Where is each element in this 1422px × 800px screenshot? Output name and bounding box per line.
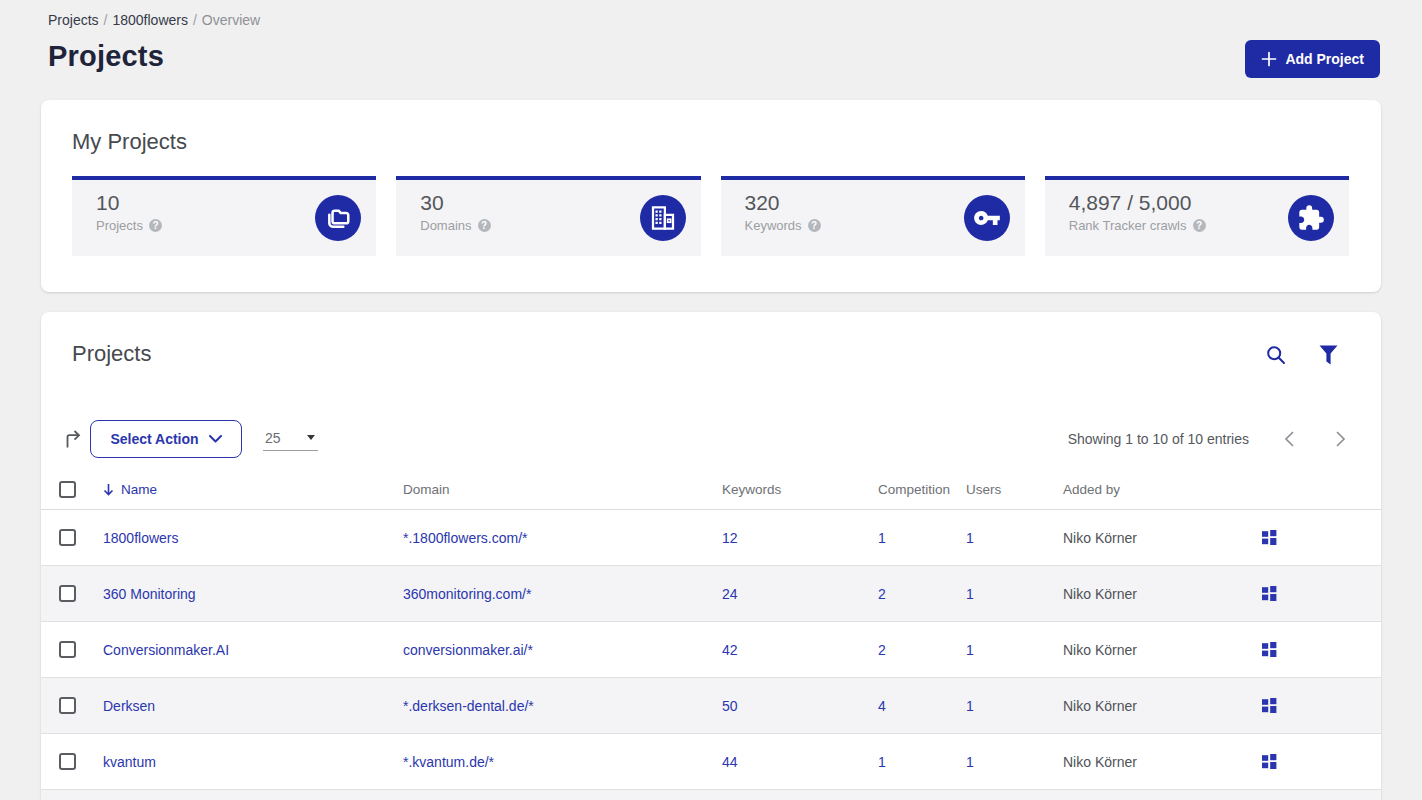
breadcrumb: Projects/1800flowers/Overview bbox=[48, 12, 260, 28]
filter-icon[interactable] bbox=[1317, 344, 1339, 366]
help-icon[interactable]: ? bbox=[1193, 219, 1206, 232]
stat-label: Domains bbox=[420, 218, 471, 233]
breadcrumb-project-name[interactable]: 1800flowers bbox=[112, 12, 188, 28]
search-icon[interactable] bbox=[1265, 344, 1287, 366]
column-header-keywords[interactable]: Keywords bbox=[722, 482, 878, 497]
project-dashboard-icon[interactable] bbox=[1261, 697, 1381, 714]
puzzle-icon bbox=[1288, 195, 1334, 241]
stat-label: Projects bbox=[96, 218, 143, 233]
sort-down-icon bbox=[103, 483, 114, 496]
stat-label: Keywords bbox=[745, 218, 802, 233]
help-icon[interactable]: ? bbox=[149, 219, 162, 232]
added-by: Niko Körner bbox=[1063, 530, 1261, 546]
project-domain-link[interactable]: 360monitoring.com/* bbox=[403, 586, 531, 602]
project-domain-link[interactable]: *.1800flowers.com/* bbox=[403, 530, 528, 546]
table-row: kvantum *.kvantum.de/* 44 1 1 Niko Körne… bbox=[41, 734, 1381, 790]
competition-count[interactable]: 4 bbox=[878, 698, 966, 714]
added-by: Niko Körner bbox=[1063, 754, 1261, 770]
project-name-link[interactable]: Conversionmaker.AI bbox=[103, 642, 229, 658]
my-projects-card: My Projects 10 Projects ? 30 Doma bbox=[41, 100, 1381, 292]
row-checkbox[interactable] bbox=[59, 641, 76, 658]
column-header-name[interactable]: Name bbox=[103, 482, 403, 497]
select-all-checkbox[interactable] bbox=[59, 481, 76, 498]
project-name-link[interactable]: 1800flowers bbox=[103, 530, 179, 546]
select-action-dropdown[interactable]: Select Action bbox=[90, 420, 242, 458]
page-title: Projects bbox=[48, 40, 164, 73]
page: Projects/1800flowers/Overview Projects A… bbox=[0, 0, 1422, 800]
project-dashboard-icon[interactable] bbox=[1261, 753, 1381, 770]
pager-next-icon[interactable] bbox=[1329, 424, 1353, 454]
chevron-down-icon bbox=[209, 435, 222, 443]
added-by: Niko Körner bbox=[1063, 698, 1261, 714]
column-header-added-by[interactable]: Added by bbox=[1063, 482, 1261, 497]
pager-prev-icon[interactable] bbox=[1277, 424, 1301, 454]
row-checkbox[interactable] bbox=[59, 753, 76, 770]
project-name-link[interactable]: kvantum bbox=[103, 754, 156, 770]
stat-tile-projects: 10 Projects ? bbox=[72, 176, 376, 256]
keywords-count[interactable]: 24 bbox=[722, 586, 878, 602]
added-by: Niko Körner bbox=[1063, 586, 1261, 602]
stat-tile-domains: 30 Domains ? bbox=[396, 176, 700, 256]
breadcrumb-current: Overview bbox=[202, 12, 260, 28]
keywords-count[interactable]: 12 bbox=[722, 530, 878, 546]
table-row: Conversionmaker.AI conversionmaker.ai/* … bbox=[41, 622, 1381, 678]
row-checkbox[interactable] bbox=[59, 697, 76, 714]
project-dashboard-icon[interactable] bbox=[1261, 585, 1381, 602]
add-project-button[interactable]: Add Project bbox=[1245, 40, 1380, 78]
table-row-partial bbox=[41, 790, 1381, 800]
added-by: Niko Körner bbox=[1063, 642, 1261, 658]
showing-entries-text: Showing 1 to 10 of 10 entries bbox=[1068, 431, 1249, 447]
projects-card: Projects Select Action 25 Showing 1 t bbox=[41, 312, 1381, 800]
keywords-count[interactable]: 50 bbox=[722, 698, 878, 714]
column-header-users[interactable]: Users bbox=[966, 482, 1063, 497]
competition-count[interactable]: 1 bbox=[878, 530, 966, 546]
project-name-link[interactable]: 360 Monitoring bbox=[103, 586, 196, 602]
project-dashboard-icon[interactable] bbox=[1261, 529, 1381, 546]
competition-count[interactable]: 1 bbox=[878, 754, 966, 770]
project-dashboard-icon[interactable] bbox=[1261, 641, 1381, 658]
breadcrumb-projects[interactable]: Projects bbox=[48, 12, 99, 28]
competition-count[interactable]: 2 bbox=[878, 642, 966, 658]
table-row: Derksen *.derksen-dental.de/* 50 4 1 Nik… bbox=[41, 678, 1381, 734]
users-count[interactable]: 1 bbox=[966, 754, 1063, 770]
table-header-row: Name Domain Keywords Competition Users A… bbox=[41, 470, 1381, 510]
table-row: 360 Monitoring 360monitoring.com/* 24 2 … bbox=[41, 566, 1381, 622]
plus-icon bbox=[1261, 51, 1277, 67]
competition-count[interactable]: 2 bbox=[878, 586, 966, 602]
projects-table: Name Domain Keywords Competition Users A… bbox=[41, 470, 1381, 800]
projects-copy-icon bbox=[315, 195, 361, 241]
users-count[interactable]: 1 bbox=[966, 698, 1063, 714]
project-domain-link[interactable]: conversionmaker.ai/* bbox=[403, 642, 533, 658]
column-header-domain[interactable]: Domain bbox=[403, 482, 722, 497]
table-toolbar: Select Action 25 Showing 1 to 10 of 10 e… bbox=[41, 420, 1381, 458]
projects-card-title: Projects bbox=[72, 341, 151, 367]
caret-down-icon bbox=[307, 435, 315, 440]
breadcrumb-separator: / bbox=[193, 12, 197, 28]
column-header-competition[interactable]: Competition bbox=[878, 482, 966, 497]
row-checkbox[interactable] bbox=[59, 529, 76, 546]
keywords-count[interactable]: 44 bbox=[722, 754, 878, 770]
building-icon bbox=[640, 195, 686, 241]
help-icon[interactable]: ? bbox=[478, 219, 491, 232]
row-checkbox[interactable] bbox=[59, 585, 76, 602]
my-projects-title: My Projects bbox=[72, 129, 187, 155]
breadcrumb-separator: / bbox=[104, 12, 108, 28]
project-domain-link[interactable]: *.derksen-dental.de/* bbox=[403, 698, 534, 714]
key-icon bbox=[964, 195, 1010, 241]
export-arrow-icon[interactable] bbox=[64, 429, 84, 453]
users-count[interactable]: 1 bbox=[966, 530, 1063, 546]
project-domain-link[interactable]: *.kvantum.de/* bbox=[403, 754, 494, 770]
users-count[interactable]: 1 bbox=[966, 586, 1063, 602]
table-row: 1800flowers *.1800flowers.com/* 12 1 1 N… bbox=[41, 510, 1381, 566]
stat-tile-crawls: 4,897 / 5,000 Rank Tracker crawls ? bbox=[1045, 176, 1349, 256]
keywords-count[interactable]: 42 bbox=[722, 642, 878, 658]
project-name-link[interactable]: Derksen bbox=[103, 698, 155, 714]
help-icon[interactable]: ? bbox=[808, 219, 821, 232]
stat-tile-keywords: 320 Keywords ? bbox=[721, 176, 1025, 256]
users-count[interactable]: 1 bbox=[966, 642, 1063, 658]
stat-tiles: 10 Projects ? 30 Domains ? bbox=[72, 176, 1349, 256]
page-size-select[interactable]: 25 bbox=[263, 425, 318, 451]
stat-label: Rank Tracker crawls bbox=[1069, 218, 1187, 233]
